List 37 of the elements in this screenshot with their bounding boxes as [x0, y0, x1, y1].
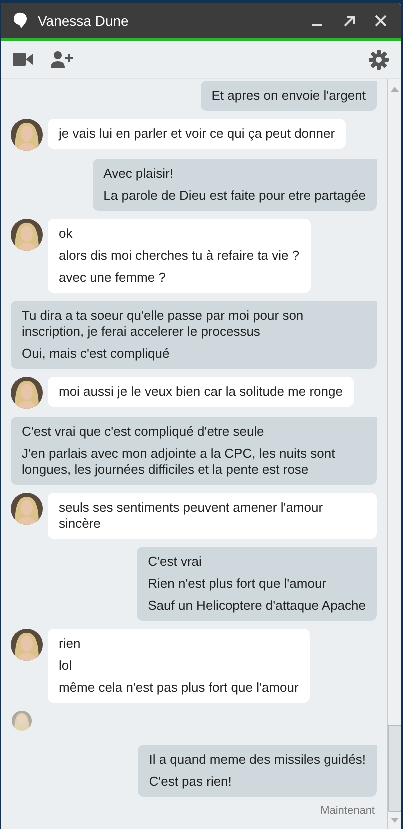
message-text: C'est pas rien!: [149, 773, 233, 791]
add-person-icon[interactable]: [51, 51, 73, 68]
message-text: J'en parlais avec mon adjointe a la CPC, les nuits sont longues, les journées difficiles et la pente est rose: [22, 445, 336, 479]
chat-bubble-icon: [14, 12, 28, 30]
message-text: Oui, mais c'est compliqué: [22, 345, 171, 363]
message-text: La parole de Dieu est faite pour etre partagée: [104, 187, 366, 205]
pop-out-arrow-icon[interactable]: [343, 14, 355, 26]
message-text: moi aussi je le veux bien car la solitude me ronge: [59, 383, 343, 401]
avatar: [11, 377, 43, 409]
avatar: [11, 493, 43, 525]
close-icon[interactable]: [375, 14, 387, 26]
message-text: ok: [59, 225, 74, 243]
settings-icon[interactable]: [369, 50, 389, 70]
message-text: C'est vrai que c'est compliqué d'etre seule: [22, 423, 266, 441]
scrollbar[interactable]: [387, 79, 401, 829]
message-text: Et apres on envoie l'argent: [212, 87, 366, 105]
message-text: je vais lui en parler et voir ce qui ça peut donner: [59, 125, 336, 143]
message-text: avec une femme ?: [59, 269, 167, 287]
message-text: Tu dira a ta soeur qu'elle passe par moi pour son inscription, je ferai accelerer le processus: [22, 307, 305, 341]
message-text: Sauf un Helicoptere d'attaque Apache: [148, 597, 366, 615]
message-text: rien: [59, 635, 82, 653]
avatar: [11, 119, 43, 151]
message-text: alors dis moi cherches tu à refaire ta vie ?: [59, 247, 300, 265]
message-text: même cela n'est pas plus fort que l'amour: [59, 679, 299, 697]
message-text: seuls ses sentiments peuvent amener l'amour sincère: [59, 499, 324, 533]
video-camera-icon[interactable]: [13, 53, 33, 66]
message-text: Il a quand meme des missiles guidés!: [149, 751, 366, 769]
window-title: Vanessa Dune: [38, 12, 129, 28]
read-receipt-avatar: [12, 711, 32, 731]
message-text: Rien n'est plus fort que l'amour: [148, 575, 328, 593]
message-text: Avec plaisir!: [104, 165, 174, 183]
timestamp: Maintenant: [320, 805, 376, 817]
scroll-thumb[interactable]: [388, 725, 401, 812]
message-text: C'est vrai: [148, 553, 203, 571]
avatar: [11, 219, 43, 251]
message-text: lol: [59, 657, 74, 675]
avatar: [11, 629, 43, 661]
